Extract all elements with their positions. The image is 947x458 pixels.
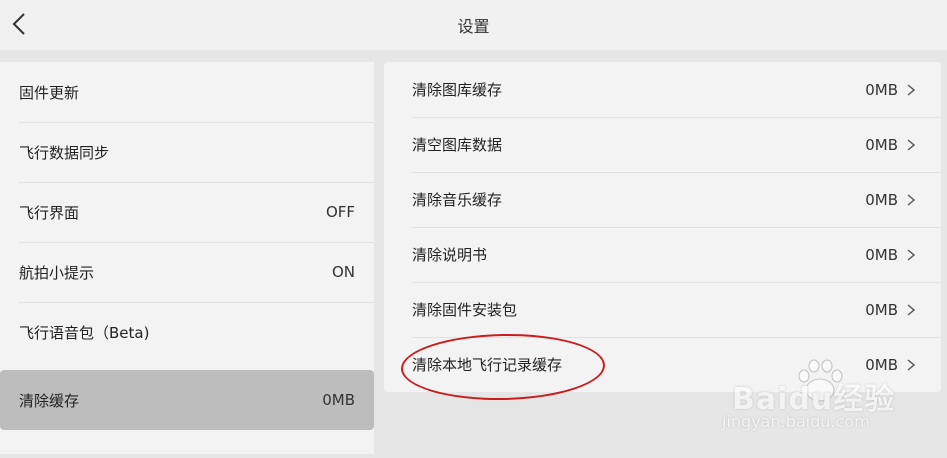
sidebar-item-label: 航拍小提示 (19, 263, 95, 282)
flight-interface-status: OFF (325, 203, 355, 221)
sidebar-item-clear-cache[interactable]: 清除缓存 0MB (0, 370, 374, 430)
page-title: 设置 (457, 17, 490, 36)
sidebar-item-aerial-tips[interactable]: 航拍小提示 ON (0, 242, 374, 302)
chevron-right-icon (907, 248, 915, 261)
list-item-label: 清除图库缓存 (412, 81, 503, 99)
list-item-label: 清除固件安装包 (412, 301, 518, 319)
chevron-right-icon (907, 138, 915, 151)
clear-manual-item[interactable]: 清除说明书 0MB (384, 227, 941, 282)
clear-gallery-cache-item[interactable]: 清除图库缓存 0MB (384, 62, 941, 117)
sidebar-item-flight-data-sync[interactable]: 飞行数据同步 (0, 122, 374, 182)
baidu-watermark: Baidu经验 jingyan.baidu.com (720, 356, 940, 436)
cache-size: 0MB (865, 190, 898, 209)
watermark-url: jingyan.baidu.com (722, 412, 870, 431)
sidebar-item-firmware-update[interactable]: 固件更新 (0, 62, 374, 122)
chevron-right-icon (907, 83, 915, 96)
sidebar-item-label: 飞行数据同步 (19, 143, 110, 162)
total-cache-size: 0MB (322, 391, 355, 409)
chevron-right-icon (907, 193, 915, 206)
clear-music-cache-item[interactable]: 清除音乐缓存 0MB (384, 172, 941, 227)
cache-size: 0MB (865, 80, 898, 99)
list-item-label: 清除说明书 (412, 246, 488, 264)
sidebar-item-label: 清除缓存 (19, 391, 80, 410)
cache-size: 0MB (865, 245, 898, 264)
sidebar-item-voice-pack[interactable]: 飞行语音包（Beta) (0, 302, 374, 362)
sidebar-item-label: 飞行界面 (19, 203, 80, 222)
sidebar-item-label: 固件更新 (19, 83, 80, 102)
cache-size: 0MB (865, 300, 898, 319)
top-bar: 设置 (0, 0, 947, 50)
cache-size: 0MB (865, 135, 898, 154)
sidebar-item-label: 飞行语音包（Beta) (19, 323, 150, 342)
list-item-label: 清空图库数据 (412, 136, 503, 154)
list-item-label: 清除音乐缓存 (412, 191, 503, 209)
chevron-right-icon (907, 303, 915, 316)
clear-gallery-data-item[interactable]: 清空图库数据 0MB (384, 117, 941, 172)
clear-firmware-package-item[interactable]: 清除固件安装包 0MB (384, 282, 941, 337)
aerial-tips-status: ON (331, 263, 355, 281)
settings-sidebar: 固件更新 飞行数据同步 飞行界面 OFF 航拍小提示 ON 飞行语音包（Beta… (0, 62, 374, 454)
sidebar-item-flight-interface[interactable]: 飞行界面 OFF (0, 182, 374, 242)
